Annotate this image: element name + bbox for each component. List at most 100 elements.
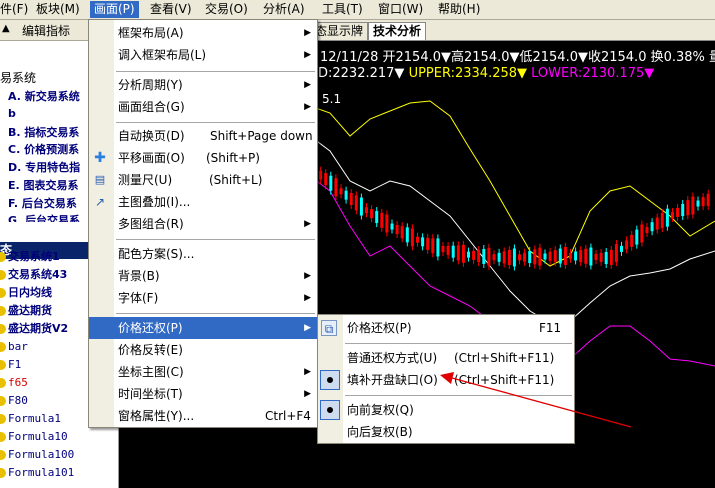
submenu-item-normal-restore[interactable]: 普通还权方式(U) (Ctrl+Shift+F11)	[318, 347, 574, 369]
menu-item-font[interactable]: 字体(F) ▶	[89, 287, 317, 309]
menu-item-time-coord[interactable]: 时间坐标(T) ▶	[89, 383, 317, 405]
menu-separator	[116, 313, 315, 314]
menu-item-coord-main[interactable]: 坐标主图(C) ▶	[89, 361, 317, 383]
list-item-label: 盛达期货	[8, 304, 52, 317]
formula-icon	[0, 288, 6, 298]
tree-item[interactable]: C. 价格预测系	[8, 141, 79, 157]
menu-item-pane-properties[interactable]: 窗格属性(Y)... Ctrl+F4	[89, 405, 317, 427]
menu-item-frame-layout[interactable]: 框架布局(A) ▶	[89, 22, 317, 44]
submenu-item-price-restore[interactable]: ⧉ 价格还权(P) F11	[318, 317, 574, 339]
checked-bullet-icon	[327, 407, 333, 413]
overlay-chart-icon: ↗	[94, 195, 106, 209]
formula-icon	[0, 360, 6, 370]
tree-item[interactable]: G. 后台交易系	[8, 212, 80, 222]
submenu-arrow-icon: ▶	[304, 323, 311, 333]
list-item-label: 盛达期货V2	[8, 322, 69, 335]
view-tabs: 态显示牌 技术分析	[310, 20, 715, 41]
menu-item-ruler[interactable]: ▤ 测量尺(U) (Shift+L)	[89, 169, 317, 191]
submenu-arrow-icon: ▶	[304, 102, 311, 112]
formula-icon	[0, 396, 6, 406]
list-item-label: Formula100	[8, 448, 75, 461]
menu-item-price-restore[interactable]: 价格还权(P) ▶	[89, 317, 317, 339]
formula-icon	[0, 450, 6, 460]
boll-lower-value: LOWER:2130.175▼	[531, 66, 655, 81]
trading-system-tree-header: 易系统	[0, 71, 37, 85]
formula-icon	[0, 306, 6, 316]
menu-screen[interactable]: 画面(P)	[90, 1, 139, 18]
menu-separator	[116, 239, 315, 240]
formula-icon	[0, 270, 6, 280]
submenu-arrow-icon: ▶	[304, 293, 311, 303]
submenu-arrow-icon: ▶	[304, 367, 311, 377]
menu-analysis[interactable]: 分析(A)	[259, 1, 309, 18]
list-item-label: Formula1	[8, 412, 61, 425]
list-item-label: bar	[8, 340, 28, 353]
list-item-label: 交易系统43	[8, 268, 68, 281]
menu-item-analysis-period[interactable]: 分析周期(Y) ▶	[89, 74, 317, 96]
menu-help[interactable]: 帮助(H)	[434, 1, 484, 18]
collapse-icon[interactable]: ▲	[2, 23, 10, 34]
formula-icon	[0, 468, 6, 478]
menu-separator	[345, 343, 572, 344]
formula-icon	[0, 432, 6, 442]
pan-icon: ✚	[94, 150, 106, 166]
tree-item[interactable]: b	[8, 107, 16, 120]
submenu-arrow-icon: ▶	[304, 271, 311, 281]
formula-icon	[0, 414, 6, 424]
menu-tools[interactable]: 工具(T)	[318, 1, 367, 18]
list-item-label: Formula101	[8, 466, 75, 479]
menu-window[interactable]: 窗口(W)	[374, 1, 427, 18]
submenu-item-forward-restore[interactable]: 向前复权(Q)	[318, 399, 574, 421]
menu-separator	[116, 122, 315, 123]
price-restore-submenu: ⧉ 价格还权(P) F11 普通还权方式(U) (Ctrl+Shift+F11) 填补…	[317, 314, 575, 444]
menu-item-auto-page[interactable]: 自动换页(D) Shift+Page down	[89, 125, 317, 147]
submenu-item-backward-restore[interactable]: 向后复权(B)	[318, 421, 574, 443]
boll-upper-value: UPPER:2334.258▼	[408, 66, 528, 81]
formula-icon	[0, 378, 6, 388]
menu-trade[interactable]: 交易(O)	[201, 1, 252, 18]
bar-info-line: 12/11/28 开2154.0▼高2154.0▼低2154.0▼收2154.0…	[320, 50, 715, 65]
menu-item-load-frame-layout[interactable]: 调入框架布局(L) ▶	[89, 44, 317, 66]
chart-small-label: 5.1	[322, 92, 342, 106]
menu-sector[interactable]: 板块(M)	[32, 1, 84, 18]
boll-info-line: D:2232.217▼ UPPER:2334.258▼ LOWER:2130.1…	[318, 66, 654, 81]
menu-file[interactable]: 件(F)	[0, 1, 32, 18]
menu-item-price-reverse[interactable]: 价格反转(E)	[89, 339, 317, 361]
list-item-label: 日内均线	[8, 286, 52, 299]
checked-bullet-icon	[327, 377, 333, 383]
list-item-label: 交易系统1	[8, 250, 60, 263]
tree-item[interactable]: F. 后台交易系	[8, 195, 77, 211]
submenu-item-fill-open-gap[interactable]: 填补开盘缺口(O) (Ctrl+Shift+F11)	[318, 369, 574, 391]
restore-price-icon: ⧉	[321, 320, 337, 336]
menu-item-screen-combo[interactable]: 画面组合(G) ▶	[89, 96, 317, 118]
menu-item-pan-screen[interactable]: ✚ 平移画面(O) (Shift+P)	[89, 147, 317, 169]
list-item-label: Formula10	[8, 430, 68, 443]
tab-status-board[interactable]: 态显示牌	[310, 22, 369, 40]
menu-separator	[345, 395, 572, 396]
list-item-label: F1	[8, 358, 22, 371]
submenu-arrow-icon: ▶	[304, 50, 311, 60]
tree-item[interactable]: B. 指标交易系	[8, 124, 79, 140]
menu-item-background[interactable]: 背景(B) ▶	[89, 265, 317, 287]
tree-item[interactable]: D. 专用特色指	[8, 159, 80, 175]
boll-upper-line	[310, 100, 715, 267]
screen-menu: 框架布局(A) ▶ 调入框架布局(L) ▶ 分析周期(Y) ▶ 画面组合(G) ▶ 自动…	[88, 19, 318, 428]
formula-icon	[0, 252, 6, 262]
tree-item[interactable]: A. 新交易系统	[8, 88, 80, 104]
menu-view[interactable]: 查看(V)	[146, 1, 196, 18]
submenu-arrow-icon: ▶	[304, 28, 311, 38]
list-item-label: F80	[8, 394, 28, 407]
menu-item-color-scheme[interactable]: 配色方案(S)...	[89, 243, 317, 265]
menu-item-main-overlay[interactable]: ↗ 主图叠加(I)...	[89, 191, 317, 213]
menu-item-multi-chart[interactable]: 多图组合(R) ▶	[89, 213, 317, 235]
formula-icon	[0, 324, 6, 334]
edit-indicator-button[interactable]: 编辑指标	[22, 22, 70, 39]
tree-item[interactable]: E. 图表交易系	[8, 177, 79, 193]
boll-mid-value: D:2232.217▼	[318, 66, 405, 81]
submenu-arrow-icon: ▶	[304, 389, 311, 399]
list-item-label: f65	[8, 376, 28, 389]
tab-technical-analysis[interactable]: 技术分析	[368, 22, 427, 40]
formula-icon	[0, 342, 6, 352]
ruler-icon: ▤	[94, 173, 106, 186]
boll-mid-line	[310, 135, 715, 324]
